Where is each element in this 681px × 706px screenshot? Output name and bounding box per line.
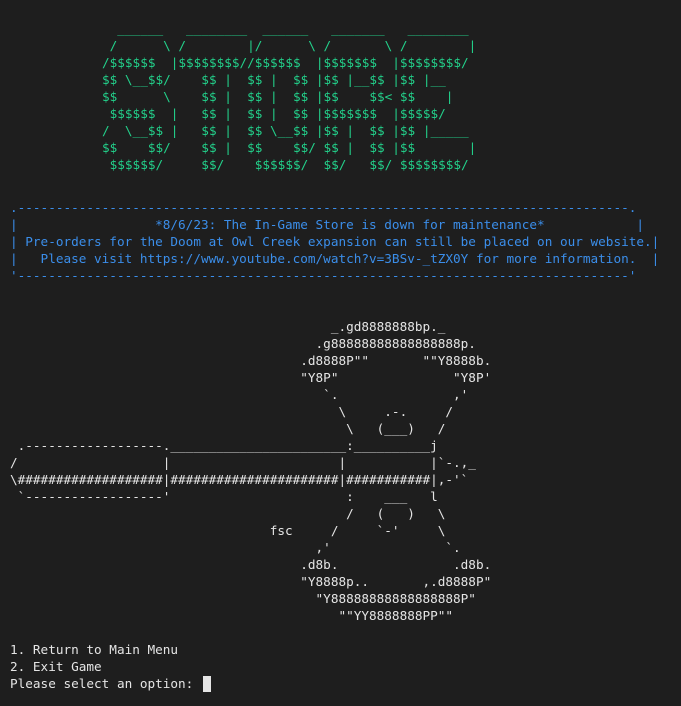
input-prompt-label: Please select an option: (10, 676, 201, 691)
notice-bottom-border: '---------------------------------------… (10, 268, 637, 283)
maintenance-notice-box: .---------------------------------------… (10, 199, 659, 284)
menu-option-return-main-menu[interactable]: 1. Return to Main Menu (10, 641, 211, 658)
hourglass-sword-ascii-art: _.gd8888888bp._ .g88888888888888888p. .d… (10, 319, 492, 623)
game-menu: 1. Return to Main Menu 2. Exit Game Plea… (10, 641, 211, 692)
menu-option-exit-game[interactable]: 2. Exit Game (10, 658, 211, 675)
notice-line-preorders: | Pre-orders for the Doom at Owl Creek e… (10, 234, 660, 249)
text-cursor[interactable] (202, 675, 211, 692)
input-prompt-line[interactable]: Please select an option: (10, 675, 211, 692)
notice-top-border: .---------------------------------------… (10, 200, 637, 215)
notice-line-maintenance: | *8/6/23: The In-Game Store is down for… (10, 217, 644, 232)
story-ascii-logo: ______ ________ ______ _______ ________ … (102, 21, 477, 172)
notice-line-visit-link: | Please visit https://www.youtube.com/w… (10, 251, 660, 266)
terminal-window[interactable]: ______ ________ ______ _______ ________ … (0, 0, 681, 706)
